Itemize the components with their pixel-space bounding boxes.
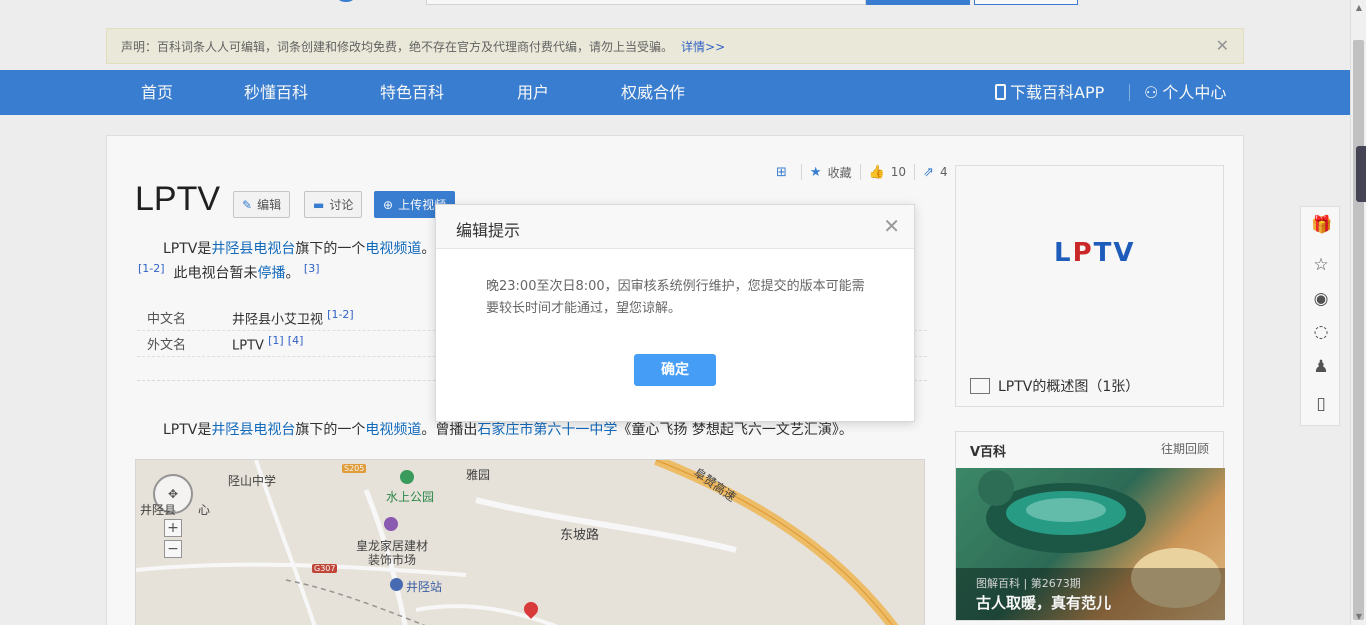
- side-widget[interactable]: [1356, 146, 1366, 202]
- scroll-thumb[interactable]: [1353, 40, 1364, 620]
- edit-tip-dialog: 编辑提示 ✕ 晚23:00至次日8:00，因审核系统例行维护，您提交的版本可能需…: [435, 204, 915, 422]
- dialog-message: 晚23:00至次日8:00，因审核系统例行维护，您提交的版本可能需要较长时间才能…: [486, 279, 865, 316]
- scroll-down-arrow-icon[interactable]: ▼: [1351, 609, 1366, 625]
- page-scrollbar[interactable]: ▲ ▼: [1350, 0, 1366, 625]
- dialog-title: 编辑提示: [456, 221, 521, 240]
- dialog-close-icon[interactable]: ✕: [883, 216, 900, 236]
- scroll-up-arrow-icon[interactable]: ▲: [1351, 0, 1366, 16]
- confirm-button[interactable]: 确定: [634, 354, 716, 386]
